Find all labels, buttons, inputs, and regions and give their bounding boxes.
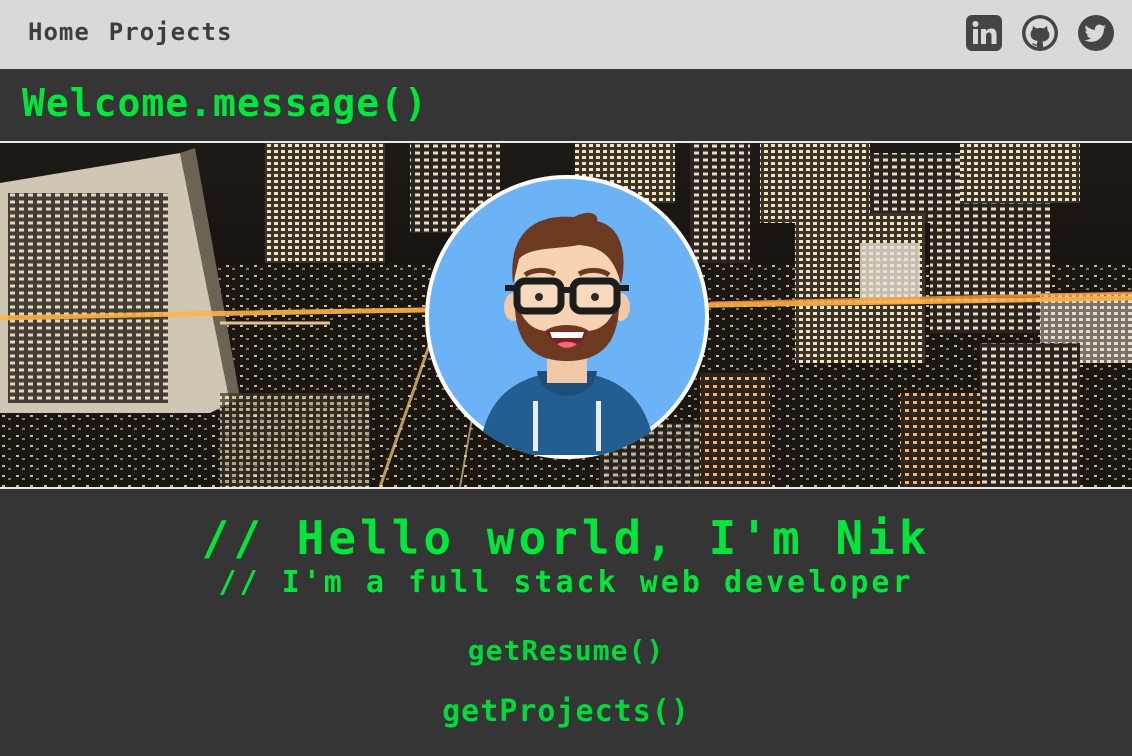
avatar [425,175,709,459]
get-resume-link[interactable]: getResume() [0,634,1132,667]
hello-heading: // Hello world, I'm Nik [201,511,931,565]
welcome-header: Welcome.message() [0,69,1132,143]
intro-section: // Hello world, I'm Nik // I'm a full st… [0,489,1132,756]
social-links [965,14,1115,52]
developer-avatar-illustration [429,179,705,455]
twitter-icon[interactable] [1077,14,1115,52]
linkedin-icon[interactable] [965,14,1003,52]
nav-links: Home Projects [28,18,232,46]
get-projects-label: getProjects() [442,694,690,729]
get-projects-link[interactable]: getProjects() [0,694,1132,729]
top-navbar: Home Projects [0,0,1132,69]
get-resume-label: getResume() [467,634,665,667]
hero-banner [0,143,1132,489]
nav-link-home[interactable]: Home [28,18,90,46]
github-icon[interactable] [1021,14,1059,52]
welcome-title: Welcome.message() [22,81,428,125]
nav-link-projects[interactable]: Projects [109,18,233,46]
subtitle-heading: // I'm a full stack web developer [218,565,914,600]
